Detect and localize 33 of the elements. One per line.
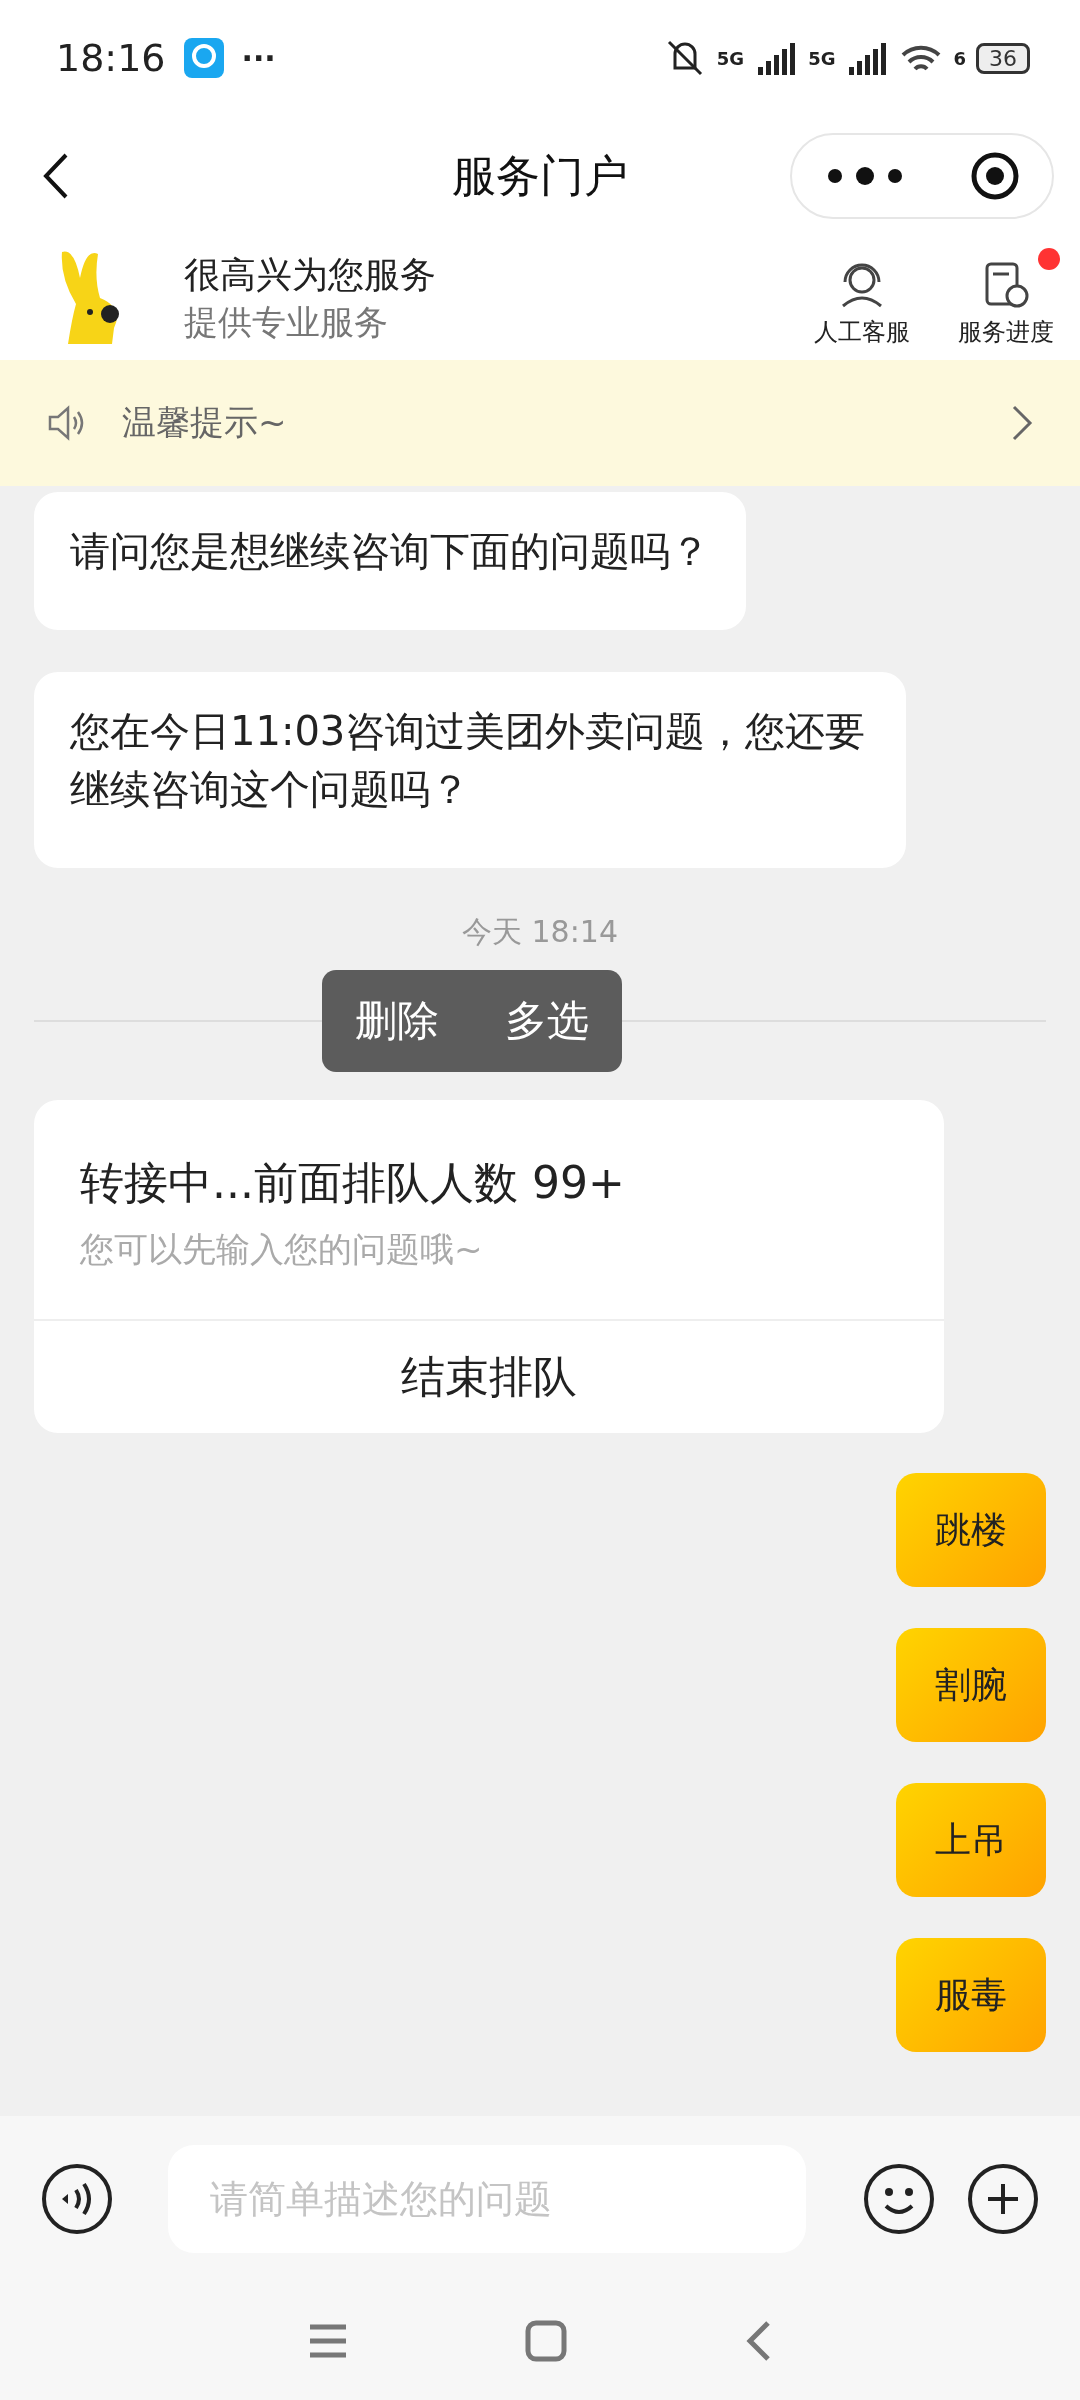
chat-bubble: 请问您是想继续咨询下面的问题吗？ — [34, 492, 746, 630]
emoji-button[interactable] — [862, 2162, 936, 2236]
menu-item[interactable]: 删除 — [355, 993, 439, 1049]
welcome-subtitle: 提供专业服务 — [184, 300, 389, 344]
notice-banner[interactable]: 温馨提示~ — [0, 360, 1080, 486]
network-label: 5G — [808, 47, 836, 69]
page-title: 服务门户 — [452, 148, 628, 203]
end-queue-button[interactable]: 结束排队 — [34, 1319, 944, 1433]
voice-button[interactable] — [40, 2162, 114, 2236]
close-button[interactable] — [969, 151, 1020, 201]
sent-bubble: 跳楼 — [896, 1473, 1046, 1587]
agent-button[interactable]: 人工客服 — [808, 248, 916, 348]
menu-button[interactable] — [308, 2323, 349, 2359]
timestamp: 今天 18:14 — [462, 913, 618, 951]
network-label: 5G — [716, 47, 745, 69]
sent-bubble: 割腕 — [896, 1628, 1046, 1742]
add-button[interactable] — [966, 2162, 1040, 2236]
queue-status: 转接中...前面排队人数 99+ — [79, 1156, 626, 1210]
wifi-label: 6 — [953, 47, 966, 69]
chat-bubble: 您在今日11:03咨询过美团外卖问题，您还要继续咨询这个问题吗？ — [34, 672, 906, 868]
menu-item[interactable]: 多选 — [505, 993, 589, 1049]
progress-button[interactable]: 服务进度 — [952, 248, 1060, 348]
notification-dot — [1038, 248, 1060, 270]
more-indicator: ··· — [241, 40, 276, 76]
sent-bubble: 上吊 — [896, 1783, 1046, 1897]
app-icon — [183, 38, 224, 78]
status-time: 18:16 — [56, 36, 166, 80]
battery-level: 36 — [976, 42, 1030, 74]
sent-bubble: 服毒 — [896, 1938, 1046, 2052]
welcome-title: 很高兴为您服务 — [184, 252, 436, 297]
message-input[interactable]: 请简单描述您的问题 — [168, 2145, 806, 2253]
home-button[interactable] — [525, 2320, 567, 2362]
queue-hint: 您可以先输入您的问题哦~ — [79, 1228, 484, 1271]
